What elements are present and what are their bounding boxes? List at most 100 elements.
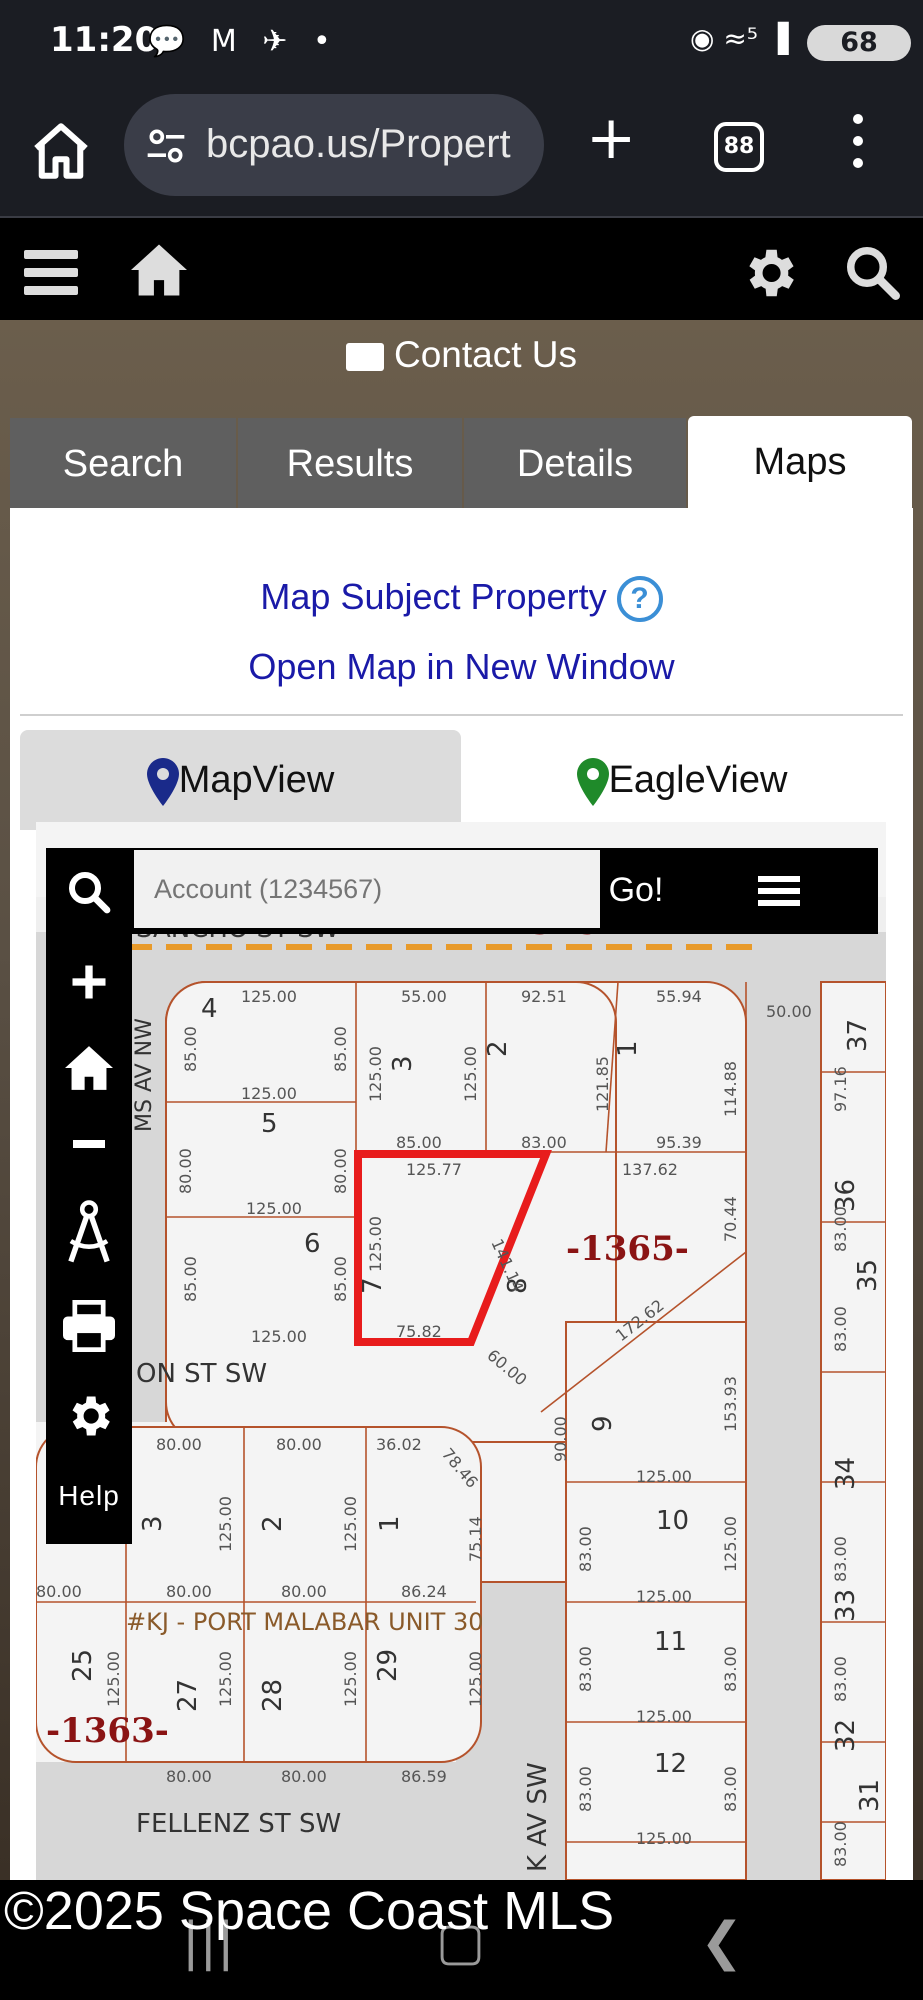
svg-text:153.93: 153.93	[721, 1376, 740, 1432]
open-map-new-window-link[interactable]: Open Map in New Window	[10, 646, 913, 688]
svg-text:83.00: 83.00	[721, 1646, 740, 1692]
svg-text:137.62: 137.62	[622, 1160, 678, 1179]
svg-text:37: 37	[843, 1019, 873, 1052]
svg-text:9: 9	[588, 1415, 618, 1432]
parcel-map[interactable]: SANCHO ST SW ON ST SW FELLENZ ST SW K AV…	[36, 822, 886, 1880]
svg-text:35: 35	[853, 1259, 883, 1292]
gear-icon[interactable]	[738, 242, 800, 304]
svg-text:6: 6	[304, 1229, 321, 1259]
svg-text:55.94: 55.94	[656, 987, 702, 1006]
map-pin-icon	[146, 757, 179, 806]
svg-text:125.00: 125.00	[341, 1651, 360, 1707]
svg-text:3: 3	[138, 1515, 168, 1532]
street-label: FELLENZ ST SW	[136, 1809, 341, 1839]
connectivity-icons: ◉ ≈⁵ ▐	[690, 22, 789, 55]
svg-text:125.00: 125.00	[341, 1496, 360, 1552]
tab-maps[interactable]: Maps	[688, 416, 912, 510]
svg-text:83.00: 83.00	[521, 1133, 567, 1152]
account-search-input[interactable]	[134, 850, 600, 928]
svg-text:12: 12	[654, 1749, 687, 1779]
copyright-watermark: ©2025 Space Coast MLS	[4, 1881, 615, 1941]
new-tab-icon[interactable]: +	[586, 108, 636, 168]
tab-results[interactable]: Results	[238, 418, 462, 510]
svg-text:125.00: 125.00	[466, 1651, 485, 1707]
svg-text:83.00: 83.00	[831, 1206, 850, 1252]
svg-text:80.00: 80.00	[281, 1767, 327, 1786]
tab-search[interactable]: Search	[10, 418, 236, 510]
eagleview-label: EagleView	[608, 759, 788, 801]
site-settings-icon[interactable]	[144, 124, 188, 168]
svg-text:28: 28	[258, 1679, 288, 1712]
zoom-in-icon[interactable]	[46, 960, 132, 1004]
svg-text:27: 27	[173, 1679, 203, 1712]
status-bar: 11:20 💬 M ✈ • ◉ ≈⁵ ▐ 68	[0, 0, 923, 86]
svg-text:50.00: 50.00	[766, 1002, 812, 1021]
svg-text:85.00: 85.00	[331, 1026, 350, 1072]
go-button[interactable]: Go!	[606, 848, 666, 934]
svg-text:85.00: 85.00	[396, 1133, 442, 1152]
map-menu-icon[interactable]	[686, 848, 872, 934]
svg-text:85.00: 85.00	[331, 1256, 350, 1302]
svg-text:125.00: 125.00	[216, 1496, 235, 1552]
svg-text:83.00: 83.00	[576, 1526, 595, 1572]
svg-text:32: 32	[831, 1719, 861, 1752]
svg-text:7: 7	[358, 1277, 388, 1294]
svg-text:125.00: 125.00	[721, 1516, 740, 1572]
zoom-out-icon[interactable]	[46, 1132, 132, 1156]
browser-home-icon[interactable]	[28, 118, 94, 184]
svg-text:83.00: 83.00	[576, 1646, 595, 1692]
help-question-icon[interactable]: ?	[616, 576, 663, 623]
svg-text:80.00: 80.00	[156, 1435, 202, 1454]
svg-text:125.00: 125.00	[636, 1707, 692, 1726]
svg-text:80.00: 80.00	[166, 1767, 212, 1786]
tab-mapview[interactable]: MapView	[20, 730, 461, 830]
svg-text:80.00: 80.00	[36, 1582, 82, 1601]
hamburger-menu-icon[interactable]	[24, 250, 78, 304]
svg-text:90.00: 90.00	[551, 1416, 570, 1462]
svg-text:1: 1	[613, 1040, 643, 1057]
svg-text:34: 34	[831, 1457, 861, 1490]
svg-text:83.00: 83.00	[831, 1306, 850, 1352]
browser-menu-icon[interactable]	[848, 114, 868, 174]
back-nav-icon[interactable]: ❮	[700, 1912, 744, 1972]
print-icon[interactable]	[46, 1300, 132, 1352]
svg-text:125.77: 125.77	[406, 1160, 462, 1179]
notification-icons: 💬 M ✈ •	[148, 24, 339, 59]
svg-text:1: 1	[375, 1515, 405, 1532]
svg-text:125.00: 125.00	[251, 1327, 307, 1346]
clock: 11:20	[50, 20, 159, 60]
svg-text:80.00: 80.00	[331, 1148, 350, 1194]
map-subject-property-link[interactable]: Map Subject Property	[260, 576, 606, 617]
svg-text:10: 10	[656, 1506, 689, 1536]
svg-text:2: 2	[483, 1040, 513, 1057]
parcel-map-drawing: SANCHO ST SW ON ST SW FELLENZ ST SW K AV…	[36, 822, 886, 1880]
gear-icon[interactable]	[46, 1390, 132, 1442]
help-button[interactable]: Help	[46, 1480, 132, 1512]
map-search-bar: Go!	[132, 848, 878, 934]
svg-text:5: 5	[261, 1109, 278, 1139]
map-subject-row: Map Subject Property?	[10, 576, 913, 623]
address-bar[interactable]: bcpao.us/Propert	[124, 94, 544, 196]
subdivision-label: #KJ - PORT MALABAR UNIT 30	[126, 1608, 484, 1636]
site-home-icon[interactable]	[128, 242, 190, 298]
street-label: MS AV NW	[132, 1018, 157, 1132]
search-icon[interactable]	[46, 868, 132, 916]
tab-count-button[interactable]: 88	[714, 122, 764, 172]
svg-text:92.51: 92.51	[521, 987, 567, 1006]
block-label: -1365-	[566, 1229, 689, 1269]
home-extent-icon[interactable]	[46, 1044, 132, 1092]
search-icon[interactable]	[842, 242, 902, 302]
street-label: K AV SW	[523, 1762, 553, 1872]
tab-details[interactable]: Details	[464, 418, 686, 510]
street-label: ON ST SW	[136, 1359, 267, 1389]
measure-compass-icon[interactable]	[46, 1198, 132, 1266]
svg-text:11: 11	[654, 1627, 687, 1657]
tab-eagleview[interactable]: EagleView	[461, 730, 903, 830]
svg-text:86.59: 86.59	[401, 1767, 447, 1786]
svg-text:83.00: 83.00	[831, 1821, 850, 1867]
contact-us-link[interactable]: Contact Us	[0, 334, 923, 380]
svg-text:125.00: 125.00	[241, 987, 297, 1006]
svg-text:125.00: 125.00	[104, 1651, 123, 1707]
svg-text:83.00: 83.00	[831, 1656, 850, 1702]
svg-text:4: 4	[201, 994, 218, 1024]
